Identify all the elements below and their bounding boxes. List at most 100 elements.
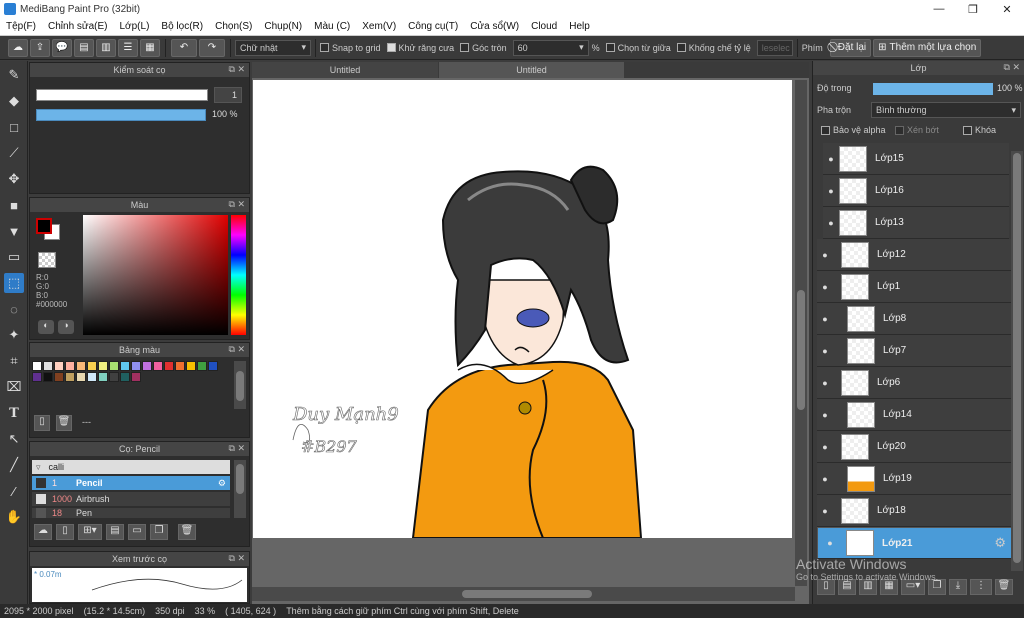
palette-swatch[interactable] xyxy=(153,361,163,371)
layer-row[interactable]: ● Lớp15 xyxy=(823,143,1009,175)
eraser-tool-icon[interactable]: ◆ xyxy=(4,91,24,111)
menu-edit[interactable]: Chỉnh sửa(E) xyxy=(42,21,114,32)
shape-select[interactable]: Chữ nhật ▾ xyxy=(235,39,311,56)
layer-row[interactable]: ● Lớp1 xyxy=(817,271,1015,303)
palette-swatch[interactable] xyxy=(54,361,64,371)
lock-checkbox[interactable]: Khóa xyxy=(963,125,996,135)
add-brush-icon[interactable]: ⊞▾ xyxy=(78,524,102,540)
layer-row[interactable]: ● Lớp18 xyxy=(817,495,1015,527)
layer-row[interactable]: ● Lớp16 xyxy=(823,175,1009,207)
palette-swatch[interactable] xyxy=(208,361,218,371)
palette-swatch[interactable] xyxy=(87,372,97,382)
clip-checkbox[interactable]: Xén bớt xyxy=(895,125,939,135)
line-tool-icon[interactable]: ⟋ xyxy=(4,143,24,163)
gradient-tool-icon[interactable]: ▭ xyxy=(4,247,24,267)
brush-scroll-thumb[interactable] xyxy=(236,464,244,494)
palette-swatch[interactable] xyxy=(65,372,75,382)
brush-settings-icon[interactable]: ▤ xyxy=(106,524,124,540)
tab-untitled-1[interactable]: Untitled xyxy=(252,62,438,78)
canvas-vertical-thumb[interactable] xyxy=(797,290,805,410)
dot-tool-icon[interactable]: □ xyxy=(4,117,24,137)
page-icon[interactable]: ▥ xyxy=(96,38,116,57)
palette-swatch[interactable] xyxy=(43,372,53,382)
gear-icon[interactable]: ⚙ xyxy=(994,535,1006,551)
layer-opacity-slider[interactable] xyxy=(873,83,993,95)
brush-scrollbar[interactable] xyxy=(234,460,246,518)
add-option-button[interactable]: ⊞ Thêm một lựa chọn xyxy=(873,38,982,57)
palette-icon[interactable]: ◑ xyxy=(58,320,74,334)
panel-close-icon[interactable]: ⧉ ✕ xyxy=(229,553,245,564)
hue-slider[interactable] xyxy=(231,215,246,335)
menu-file[interactable]: Tệp(F) xyxy=(0,21,42,32)
reset-button[interactable]: ⃠Đặt lại xyxy=(829,38,872,57)
layer-row[interactable]: ● Lớp13 xyxy=(823,207,1009,239)
canvas-horizontal-thumb[interactable] xyxy=(462,590,592,598)
round-value-input[interactable]: 60 ▾ xyxy=(512,39,589,56)
eye-icon[interactable]: ● xyxy=(817,250,833,260)
opacity-slider[interactable] xyxy=(36,109,206,121)
gear-icon[interactable]: ⚙ xyxy=(218,478,226,489)
eye-icon[interactable]: ● xyxy=(823,186,839,196)
palette-swatch[interactable] xyxy=(131,372,141,382)
panel-close-icon[interactable]: ⧉ ✕ xyxy=(229,199,245,210)
panel-close-icon[interactable]: ⧉ ✕ xyxy=(1004,62,1020,73)
menu-capture[interactable]: Chụp(N) xyxy=(258,21,308,32)
drawing-canvas[interactable]: Duy Mạnh9 #B297 xyxy=(253,80,792,538)
from-center-checkbox[interactable]: Chọn từ giữa xyxy=(605,43,671,53)
brush-item-airbrush[interactable]: 1000 Airbrush xyxy=(32,492,230,506)
maximize-button[interactable]: ❐ xyxy=(956,0,990,18)
panel-close-icon[interactable]: ⧉ ✕ xyxy=(229,344,245,355)
trash-icon[interactable]: 🗑 xyxy=(178,524,196,540)
operation-tool-icon[interactable]: ↖ xyxy=(4,429,24,449)
trash-icon[interactable]: 🗑 xyxy=(56,415,72,431)
close-button[interactable]: ✕ xyxy=(990,0,1024,18)
protect-alpha-checkbox[interactable]: Bảo vệ alpha xyxy=(821,125,886,135)
palette-swatch[interactable] xyxy=(32,361,42,371)
divide-tool-icon[interactable]: ╱ xyxy=(4,455,24,475)
menu-color[interactable]: Màu (C) xyxy=(308,21,356,32)
eye-icon[interactable]: ● xyxy=(823,154,839,164)
palette-scroll-thumb[interactable] xyxy=(236,371,244,401)
palette-swatch[interactable] xyxy=(197,361,207,371)
palette-swatch[interactable] xyxy=(43,361,53,371)
saturation-value-picker[interactable] xyxy=(83,215,228,335)
layer-scrollbar[interactable] xyxy=(1011,151,1023,571)
new-brush-icon[interactable]: ▯ xyxy=(56,524,74,540)
deselect-field[interactable]: leselec xyxy=(756,39,793,56)
snap-checkbox[interactable]: Snap to grid xyxy=(320,43,381,53)
menu-window[interactable]: Cửa sổ(W) xyxy=(464,21,525,32)
palette-swatch[interactable] xyxy=(54,372,64,382)
round-corner-checkbox[interactable]: Góc tròn xyxy=(460,43,507,53)
palette-swatch[interactable] xyxy=(186,361,196,371)
undo-icon[interactable]: ↶ xyxy=(171,38,197,57)
antialias-checkbox[interactable]: Khử răng cưa xyxy=(386,43,454,53)
comment-icon[interactable]: 💬 xyxy=(52,38,72,57)
layer-row[interactable]: ● Lớp8 xyxy=(817,303,1015,335)
size-input[interactable]: 1 xyxy=(214,87,242,103)
duplicate-icon[interactable]: ❐ xyxy=(150,524,168,540)
share-icon[interactable]: ⇪ xyxy=(30,38,50,57)
palette-swatch[interactable] xyxy=(164,361,174,371)
panel-icon[interactable]: ▤ xyxy=(74,38,94,57)
palette-swatch[interactable] xyxy=(76,361,86,371)
layer-row[interactable]: ● Lớp12 xyxy=(817,239,1015,271)
menu-cloud[interactable]: Cloud xyxy=(525,21,563,32)
panel-close-icon[interactable]: ⧉ ✕ xyxy=(229,443,245,454)
hand-tool-icon[interactable]: ✋ xyxy=(4,507,24,527)
palette-scrollbar[interactable] xyxy=(234,361,246,409)
layer-row[interactable]: ● Lớp19 xyxy=(817,463,1015,495)
size-slider[interactable] xyxy=(36,89,208,101)
palette-swatch[interactable] xyxy=(98,372,108,382)
new-palette-icon[interactable]: ▯ xyxy=(34,415,50,431)
layer-row[interactable]: ● Lớp14 xyxy=(817,399,1015,431)
eye-icon[interactable]: ● xyxy=(817,282,833,292)
eye-icon[interactable]: ● xyxy=(817,346,833,356)
fill-shape-tool-icon[interactable]: ■ xyxy=(4,195,24,215)
lasso-tool-icon[interactable]: ◌ xyxy=(4,299,24,319)
more-icon[interactable]: ⋮ xyxy=(970,579,992,595)
brush-item-pencil[interactable]: 1 Pencil ⚙ xyxy=(32,476,230,490)
menu-layer[interactable]: Lớp(L) xyxy=(114,21,156,32)
layer-row[interactable]: ● Lớp6 xyxy=(817,367,1015,399)
palette-swatch[interactable] xyxy=(142,361,152,371)
menu-filter[interactable]: Bộ lọc(R) xyxy=(155,21,209,32)
